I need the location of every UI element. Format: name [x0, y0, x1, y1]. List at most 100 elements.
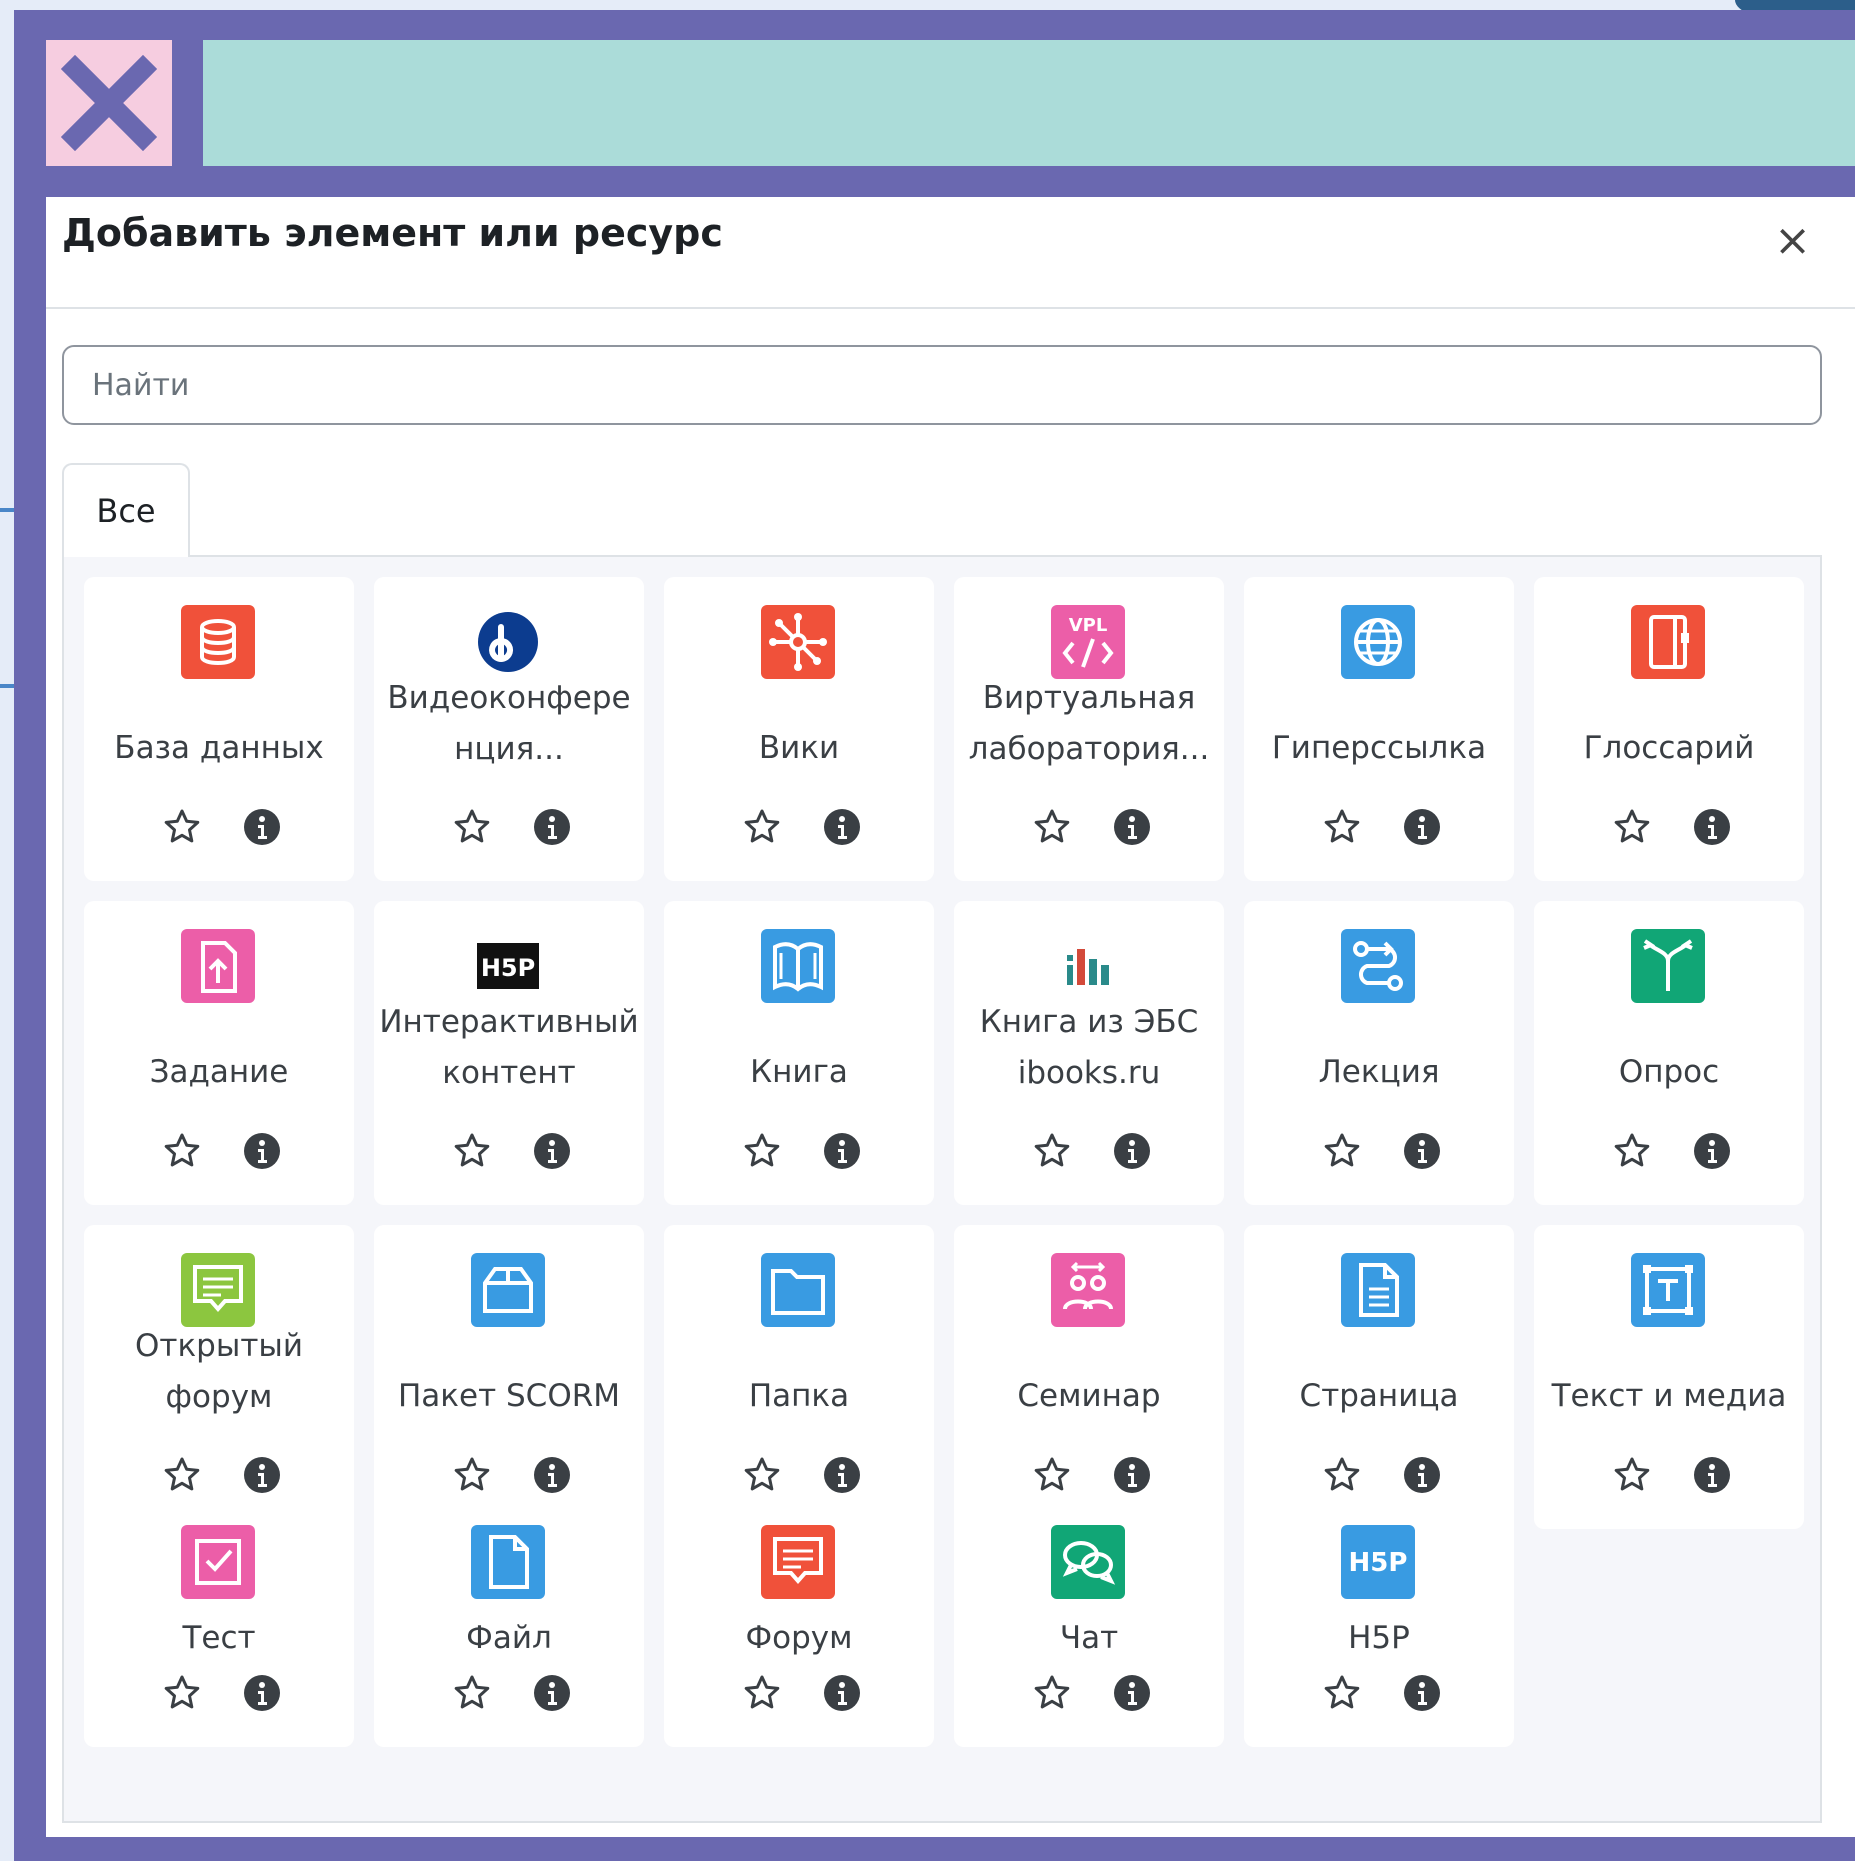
- star-icon[interactable]: [1322, 807, 1362, 851]
- module-card[interactable]: Гиперссылка: [1244, 577, 1514, 881]
- database-icon: [181, 605, 255, 679]
- modules-panel: База данных Видеоконфере нция... Вики VPL Ви…: [62, 555, 1822, 1823]
- module-label: Книга: [750, 1054, 848, 1090]
- module-label: Текст и медиа: [1551, 1378, 1787, 1414]
- star-icon[interactable]: [1322, 1455, 1362, 1499]
- info-icon[interactable]: [242, 1131, 282, 1175]
- forum-icon: [761, 1525, 835, 1599]
- module-card[interactable]: Пакет SCORM: [374, 1225, 644, 1529]
- module-card[interactable]: Страница: [1244, 1225, 1514, 1529]
- module-card[interactable]: VPL Виртуальная лаборатория...: [954, 577, 1224, 881]
- info-icon[interactable]: [1692, 1131, 1732, 1175]
- search-input[interactable]: [62, 345, 1822, 425]
- bigbluebutton-icon: [471, 605, 545, 679]
- info-icon[interactable]: [1402, 1455, 1442, 1499]
- info-icon[interactable]: [1112, 1131, 1152, 1175]
- info-icon[interactable]: [822, 1455, 862, 1499]
- info-icon[interactable]: [1402, 1131, 1442, 1175]
- info-icon[interactable]: [532, 1673, 572, 1717]
- module-card[interactable]: Глоссарий: [1534, 577, 1804, 881]
- page-icon: [1341, 1253, 1415, 1327]
- module-card[interactable]: Видеоконфере нция...: [374, 577, 644, 881]
- info-icon[interactable]: [1402, 807, 1442, 851]
- star-icon[interactable]: [452, 807, 492, 851]
- module-card[interactable]: Книга: [664, 901, 934, 1205]
- info-icon[interactable]: [532, 1131, 572, 1175]
- star-icon[interactable]: [742, 807, 782, 851]
- info-icon[interactable]: [242, 1673, 282, 1717]
- module-card[interactable]: База данных: [84, 577, 354, 881]
- x-mark-icon: [61, 55, 157, 151]
- choice-icon: [1631, 929, 1705, 1003]
- close-tile[interactable]: [46, 40, 172, 166]
- star-icon[interactable]: [1322, 1673, 1362, 1717]
- module-card[interactable]: Тест: [84, 1497, 354, 1747]
- quiz-icon: [181, 1525, 255, 1599]
- star-icon[interactable]: [1032, 1131, 1072, 1175]
- info-icon[interactable]: [1402, 1673, 1442, 1717]
- module-card[interactable]: Книга из ЭБС ibooks.ru: [954, 901, 1224, 1205]
- star-icon[interactable]: [452, 1131, 492, 1175]
- module-card[interactable]: Опрос: [1534, 901, 1804, 1205]
- module-label: Задание: [149, 1054, 289, 1090]
- star-icon[interactable]: [452, 1673, 492, 1717]
- star-icon[interactable]: [162, 1673, 202, 1717]
- star-icon[interactable]: [742, 1455, 782, 1499]
- module-card[interactable]: H5P H5P: [1244, 1497, 1514, 1747]
- lesson-icon: [1341, 929, 1415, 1003]
- vpl-icon: VPL: [1051, 605, 1125, 679]
- module-label: Вики: [758, 730, 840, 766]
- module-card[interactable]: Текст и медиа: [1534, 1225, 1804, 1529]
- module-card[interactable]: Семинар: [954, 1225, 1224, 1529]
- star-icon[interactable]: [742, 1673, 782, 1717]
- module-label: Папка: [748, 1378, 850, 1414]
- module-card[interactable]: Папка: [664, 1225, 934, 1529]
- info-icon[interactable]: [822, 1673, 862, 1717]
- star-icon[interactable]: [1612, 807, 1652, 851]
- star-icon[interactable]: [162, 807, 202, 851]
- file-icon: [471, 1525, 545, 1599]
- star-icon[interactable]: [1032, 807, 1072, 851]
- module-label: Тест: [182, 1620, 256, 1656]
- info-icon[interactable]: [242, 807, 282, 851]
- module-card[interactable]: Открытый форум: [84, 1225, 354, 1529]
- star-icon[interactable]: [1032, 1455, 1072, 1499]
- module-card[interactable]: Чат: [954, 1497, 1224, 1747]
- module-label: Гиперссылка: [1271, 730, 1487, 766]
- info-icon[interactable]: [1112, 807, 1152, 851]
- module-card[interactable]: Форум: [664, 1497, 934, 1747]
- folder-icon: [761, 1253, 835, 1327]
- chat-icon: [1051, 1525, 1125, 1599]
- info-icon[interactable]: [532, 1455, 572, 1499]
- star-icon[interactable]: [162, 1131, 202, 1175]
- module-card[interactable]: Лекция: [1244, 901, 1514, 1205]
- info-icon[interactable]: [1692, 807, 1732, 851]
- module-card[interactable]: H5P Интерактивный контент: [374, 901, 644, 1205]
- info-icon[interactable]: [822, 807, 862, 851]
- info-icon[interactable]: [242, 1455, 282, 1499]
- module-card[interactable]: Файл: [374, 1497, 644, 1747]
- module-card[interactable]: Задание: [84, 901, 354, 1205]
- star-icon[interactable]: [1612, 1131, 1652, 1175]
- info-icon[interactable]: [532, 807, 572, 851]
- module-label: Форум: [745, 1620, 853, 1656]
- star-icon[interactable]: [1322, 1131, 1362, 1175]
- workshop-icon: [1051, 1253, 1125, 1327]
- info-icon[interactable]: [1112, 1455, 1152, 1499]
- module-label: Пакет SCORM: [397, 1378, 621, 1414]
- module-label: Глоссарий: [1583, 730, 1755, 766]
- module-label: Виртуальная лаборатория...: [968, 680, 1210, 767]
- info-icon[interactable]: [1112, 1673, 1152, 1717]
- module-label: Семинар: [1017, 1378, 1161, 1414]
- module-card[interactable]: Вики: [664, 577, 934, 881]
- star-icon[interactable]: [162, 1455, 202, 1499]
- star-icon[interactable]: [1032, 1673, 1072, 1717]
- info-icon[interactable]: [822, 1131, 862, 1175]
- info-icon[interactable]: [1692, 1455, 1732, 1499]
- star-icon[interactable]: [452, 1455, 492, 1499]
- star-icon[interactable]: [742, 1131, 782, 1175]
- tab-all[interactable]: Все: [62, 463, 190, 557]
- module-label: Видеоконфере нция...: [387, 680, 631, 767]
- star-icon[interactable]: [1612, 1455, 1652, 1499]
- dialog-close-button[interactable]: ×: [1774, 219, 1811, 263]
